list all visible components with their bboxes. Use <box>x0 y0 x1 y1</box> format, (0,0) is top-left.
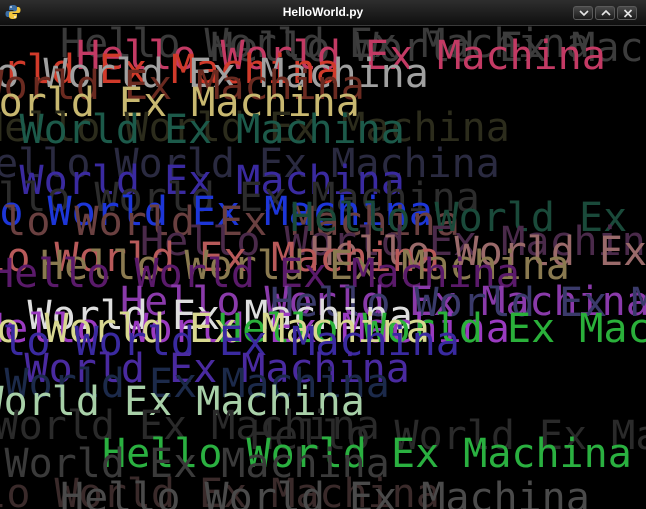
minimize-icon <box>579 10 589 17</box>
maximize-icon <box>601 9 611 16</box>
close-button[interactable] <box>617 6 637 20</box>
app-window: HelloWorld.py Hello World Ex Machina Hel… <box>0 0 646 509</box>
hello-text: Hello World Ex Machina <box>60 475 590 509</box>
minimize-button[interactable] <box>573 6 593 20</box>
window-title: HelloWorld.py <box>282 5 364 19</box>
maximize-button[interactable] <box>595 6 615 20</box>
close-icon <box>623 9 633 18</box>
pygame-canvas[interactable]: Hello World Ex Machina Hello World Ex Ma… <box>0 26 646 509</box>
title-bar[interactable]: HelloWorld.py <box>0 0 646 26</box>
